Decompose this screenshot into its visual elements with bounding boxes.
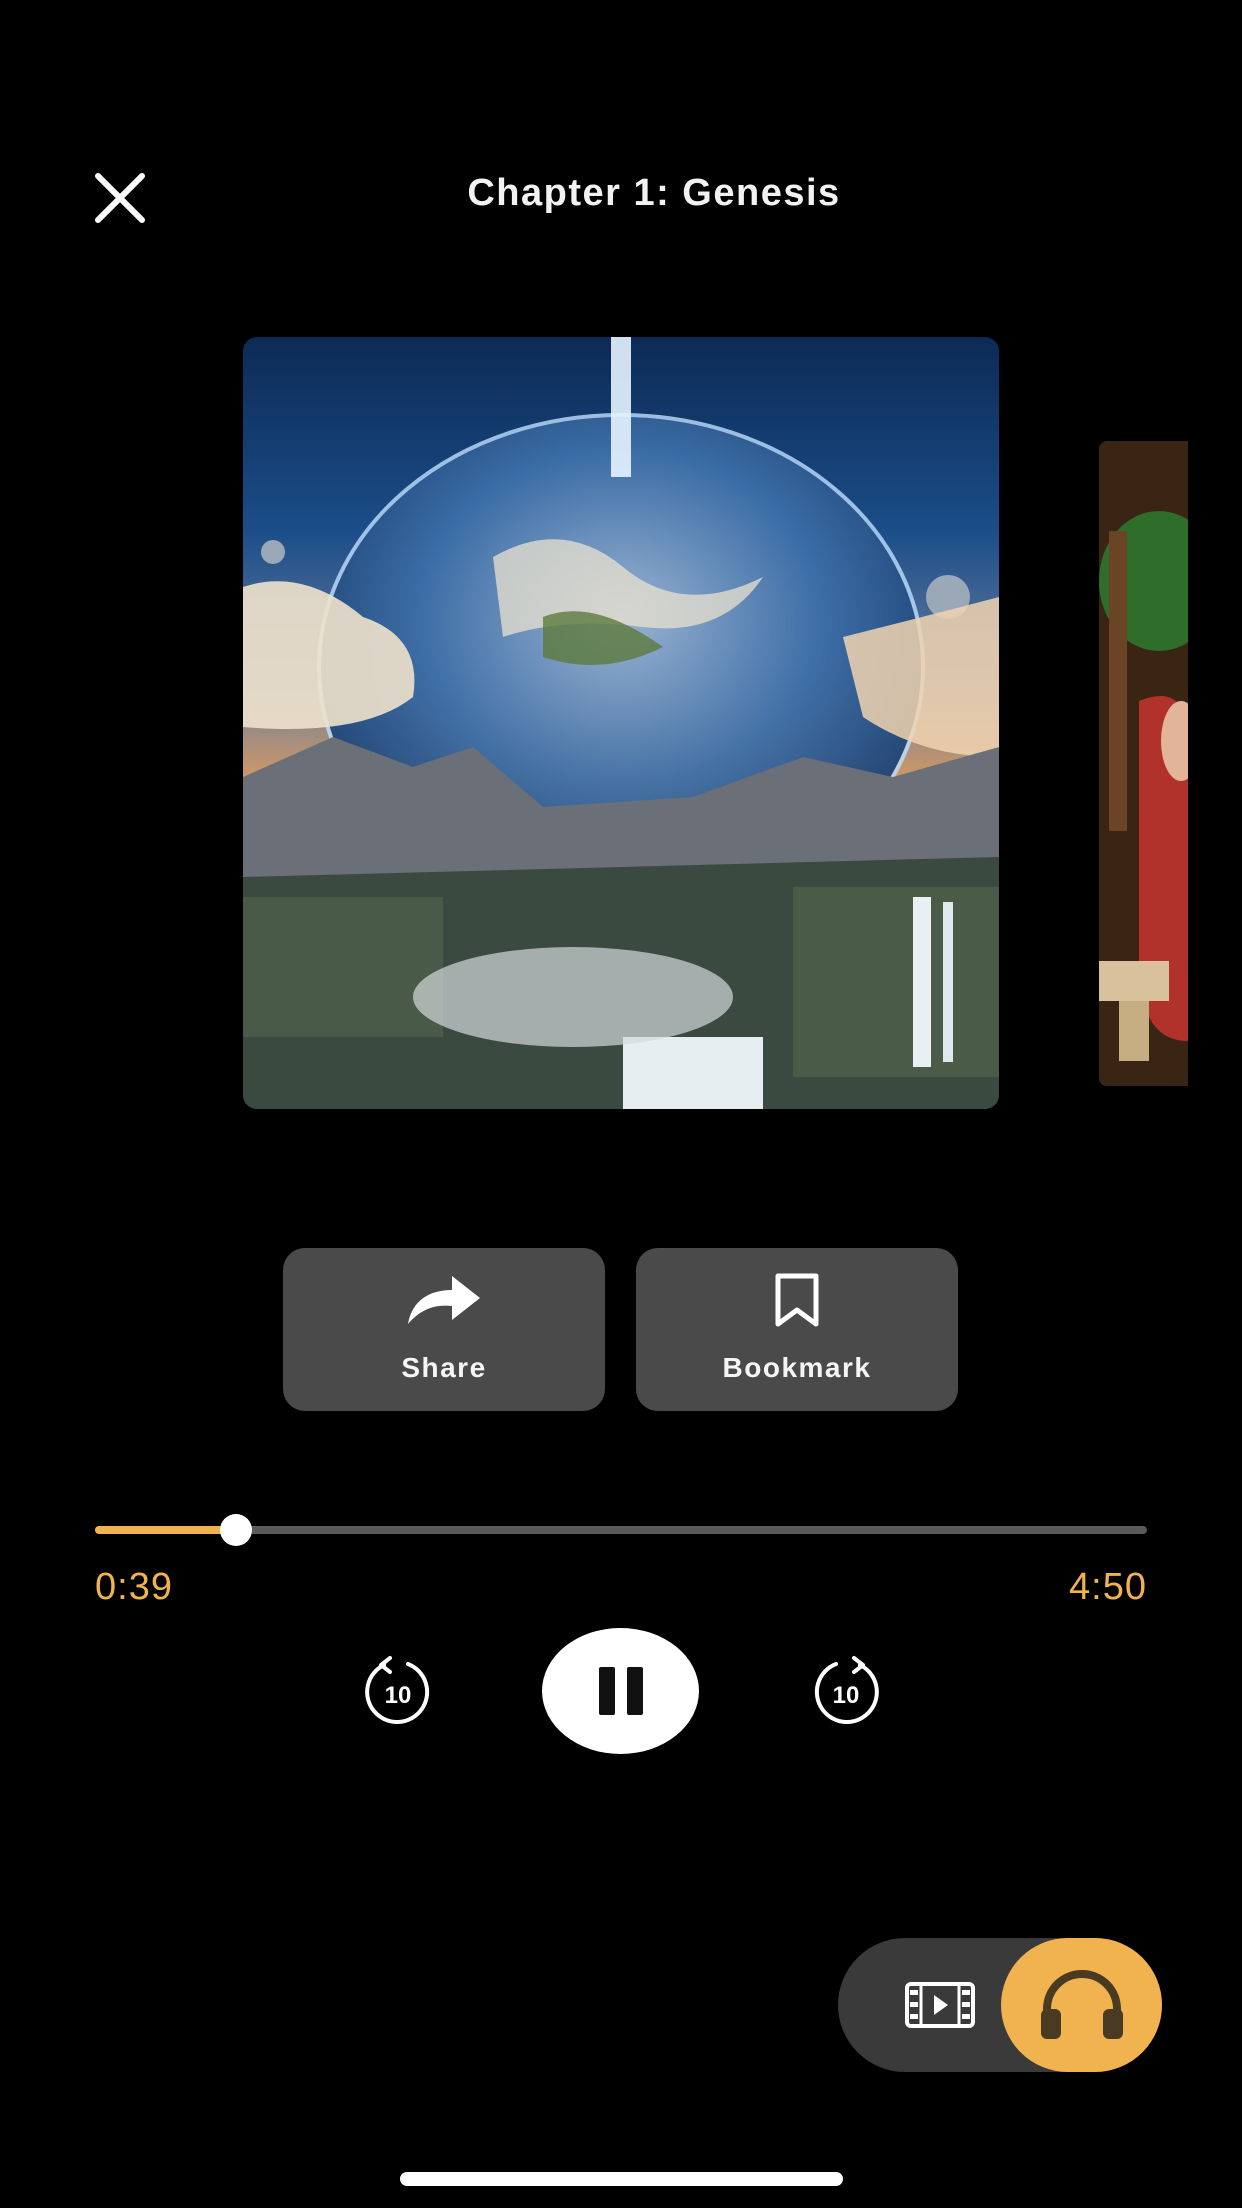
share-button[interactable]: Share	[283, 1248, 605, 1411]
rewind-seconds: 10	[385, 1682, 412, 1709]
bookmark-icon	[775, 1273, 819, 1327]
media-mode-toggle	[838, 1938, 1162, 2072]
rewind-icon: 10	[365, 1656, 430, 1724]
next-chapter-cover[interactable]	[1099, 441, 1188, 1086]
video-mode-button[interactable]	[900, 1965, 980, 2045]
playback-progress-slider[interactable]	[95, 1514, 1147, 1546]
rewind-10-button[interactable]: 10	[360, 1655, 436, 1731]
chapter-title: Chapter 1: Genesis	[467, 172, 841, 214]
home-indicator[interactable]	[400, 2172, 843, 2186]
progress-thumb[interactable]	[220, 1514, 253, 1546]
audio-mode-button[interactable]	[1001, 1938, 1162, 2072]
genesis-cover-image	[243, 337, 999, 1109]
forward-icon: 10	[814, 1656, 879, 1724]
total-time: 4:50	[1069, 1566, 1147, 1608]
bookmark-label: Bookmark	[722, 1352, 872, 1383]
pause-icon	[598, 1667, 643, 1715]
share-label: Share	[401, 1352, 487, 1383]
progress-fill	[95, 1526, 237, 1534]
share-arrow-icon	[408, 1276, 480, 1324]
film-icon	[905, 1982, 975, 2028]
next-chapter-cover-image	[1099, 441, 1188, 1086]
current-chapter-cover[interactable]	[243, 337, 999, 1109]
forward-seconds: 10	[833, 1682, 860, 1709]
bookmark-button[interactable]: Bookmark	[636, 1248, 958, 1411]
forward-10-button[interactable]: 10	[808, 1655, 884, 1731]
pause-button[interactable]	[542, 1628, 699, 1754]
headphones-icon	[1040, 1970, 1123, 2039]
current-time: 0:39	[95, 1566, 173, 1608]
